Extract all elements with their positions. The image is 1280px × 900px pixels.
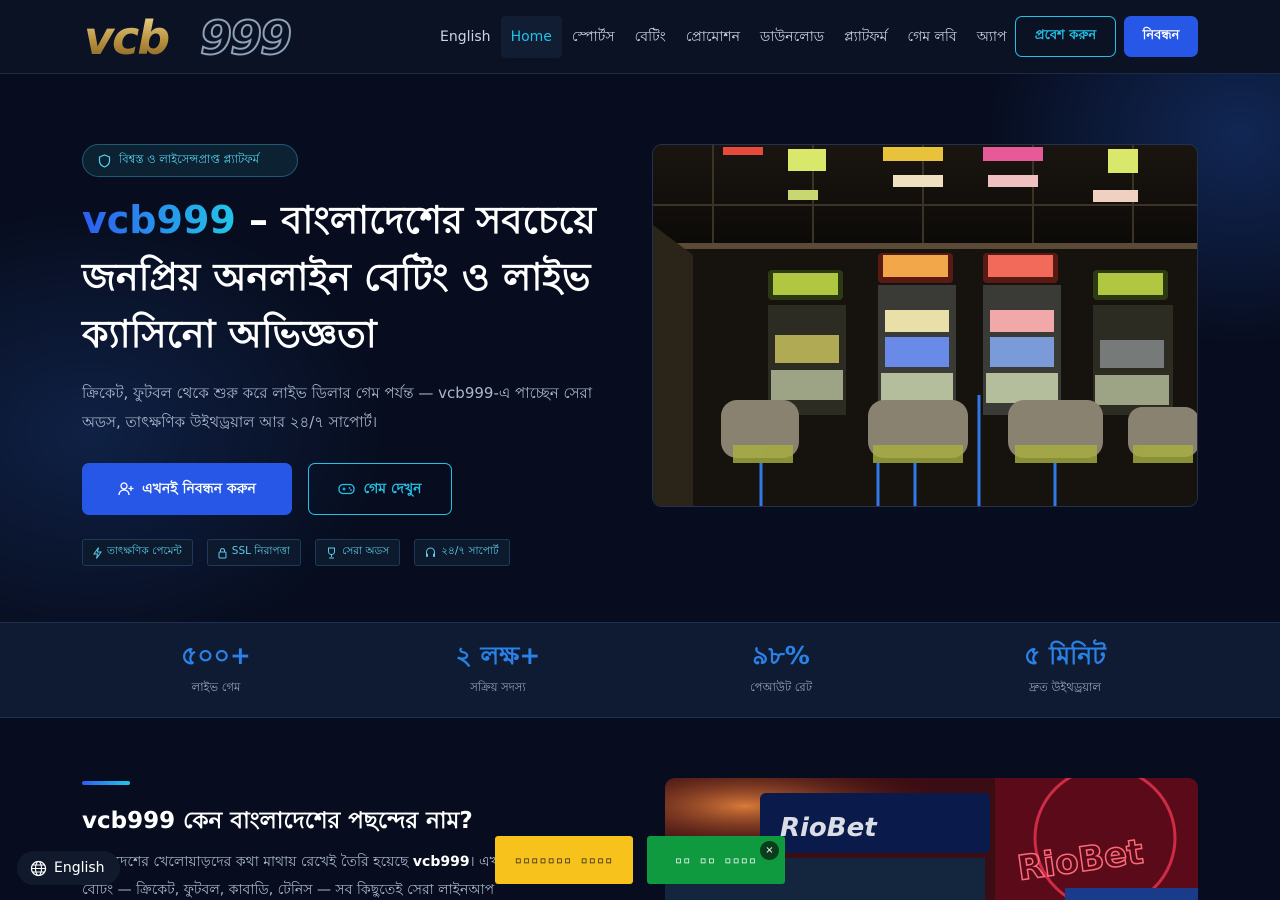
stat-value: ৫০০+ (181, 641, 251, 670)
section-text-pre: বাংলাদেশের খেলোয়াড়দের কথা মাথায় রেখেই… (82, 854, 413, 870)
register-button[interactable]: নিবন্ধন (1124, 16, 1198, 57)
svg-text:vcb: vcb (84, 12, 169, 62)
stat-live-games: ৫০০+ লাইভ গেম (116, 639, 316, 698)
nav-home[interactable]: Home (500, 16, 562, 58)
shield-icon (98, 153, 111, 168)
stat-value: ২ লক্ষ+ (455, 641, 541, 670)
lightning-icon (93, 546, 102, 559)
lock-icon (218, 547, 227, 558)
stat-active-members: ২ লক্ষ+ সক্রিয় সদস্য (398, 639, 598, 698)
slot-machines-illustration (653, 145, 1197, 506)
chip-support: ২৪/৭ সাপোর্ট (414, 539, 510, 566)
chip-instant-payment: তাৎক্ষণিক পেমেন্ট (82, 539, 193, 566)
register-now-label: এখনই নিবন্ধন করুন (142, 481, 256, 497)
stat-payout-rate: ৯৮% পেআউট রেট (681, 639, 881, 698)
chip-ssl-security: SSL নিরাপত্তা (206, 539, 302, 566)
stat-label: পেআউট রেট (749, 680, 813, 694)
stat-label: লাইভ গেম (191, 680, 241, 694)
user-plus-icon (118, 482, 134, 496)
hero-description: ক্রিকেট, ফুটবল থেকে শুরু করে লাইভ ডিলার … (82, 384, 593, 431)
hero-title: vcb999 – বাংলাদেশের সবচেয়ে জনপ্রিয় অনল… (82, 192, 642, 363)
view-games-button[interactable]: গেম দেখুন (308, 463, 452, 515)
chip-label: SSL নিরাপত্তা (231, 545, 291, 557)
nav-sports[interactable]: স্পোর্টস (562, 16, 625, 58)
section-title: vcb999 কেন বাংলাদেশের পছন্দের নাম? (82, 808, 473, 834)
svg-text:999: 999 (200, 12, 290, 62)
hero-section: বিশ্বস্ত ও লাইসেন্সপ্রাপ্ত প্ল্যাটফর্ম v… (0, 74, 1280, 622)
language-switcher[interactable]: English (17, 851, 120, 885)
close-icon[interactable]: × (760, 841, 779, 860)
stat-value: ৯৮% (752, 641, 810, 670)
language-label: English (54, 860, 105, 876)
floating-yellow-button[interactable]: ▫▫▫▫▫▫▫ ▫▫▫▫ (495, 836, 633, 884)
chip-label: ২৪/৭ সাপোর্ট (441, 545, 499, 557)
gamepad-icon (338, 483, 356, 495)
headset-icon (426, 546, 436, 557)
trust-badge-label: বিশ্বস্ত ও লাইসেন্সপ্রাপ্ত প্ল্যাটফর্ম (119, 152, 260, 166)
chip-label: সেরা অডস (342, 545, 390, 557)
site-header: vcb 999 English Home স্পোর্টস বেটিং প্রো… (0, 0, 1280, 74)
register-now-button[interactable]: এখনই নিবন্ধন করুন (82, 463, 292, 515)
chip-label: তাৎক্ষণিক পেমেন্ট (107, 545, 182, 557)
globe-icon (30, 860, 47, 876)
hero-title-brand: vcb999 (82, 198, 236, 242)
trust-badge: বিশ্বস্ত ও লাইসেন্সপ্রাপ্ত প্ল্যাটফর্ম (82, 144, 298, 177)
section-text-brand: vcb999 (412, 854, 470, 870)
nav-platform[interactable]: প্ল্যাটফর্ম (834, 16, 897, 58)
stat-value: ৫ মিনিট (1024, 641, 1106, 670)
stat-label: দ্রুত উইথড্রয়াল (1029, 680, 1101, 694)
chip-best-odds: সেরা অডস (315, 539, 401, 566)
main-nav: English Home স্পোর্টস বেটিং প্রোমোশন ডাউ… (430, 16, 1016, 58)
stats-bar: ৫০০+ লাইভ গেম ২ লক্ষ+ সক্রিয় সদস্য ৯৮% … (0, 622, 1280, 718)
login-button[interactable]: প্রবেশ করুন (1015, 16, 1116, 57)
nav-english[interactable]: English (430, 16, 501, 58)
view-games-label: গেম দেখুন (363, 481, 422, 497)
svg-text:RioBet: RioBet (780, 813, 878, 843)
vcb999-logo[interactable]: vcb 999 (82, 12, 312, 62)
feature-chips: তাৎক্ষণিক পেমেন্ট SSL নিরাপত্তা সেরা অডস… (82, 539, 510, 566)
nav-app[interactable]: অ্যাপ (967, 16, 1017, 58)
nav-game-lobby[interactable]: গেম লবি (897, 16, 966, 58)
casino-slot-machines-image (652, 144, 1198, 507)
stat-label: সক্রিয় সদস্য (470, 680, 526, 694)
stat-fast-withdrawal: ৫ মিনিট দ্রুত উইথড্রয়াল (965, 639, 1165, 698)
nav-betting[interactable]: বেটিং (625, 16, 676, 58)
nav-promotion[interactable]: প্রোমোশন (676, 16, 750, 58)
nav-download[interactable]: ডাউনলোড (750, 16, 834, 58)
section-accent-bar (82, 781, 130, 785)
trophy-icon (328, 547, 336, 558)
